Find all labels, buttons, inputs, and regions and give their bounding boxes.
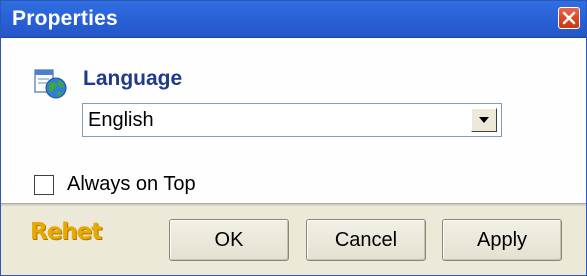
chevron-down-icon [479,117,489,123]
ok-button[interactable]: OK [169,219,289,261]
language-globe-icon [34,69,67,99]
window-title: Properties [12,7,118,30]
close-icon [562,11,576,25]
close-button[interactable] [558,7,580,29]
properties-dialog: Properties Language English Always on To… [0,0,587,276]
language-select-value: English [88,109,154,131]
language-dropdown-button[interactable] [471,108,497,132]
always-on-top-label: Always on Top [67,173,196,195]
language-label: Language [83,67,183,90]
properties-panel: Language English Always on Top [1,38,586,203]
app-logo: Rehet [30,219,102,245]
cancel-button[interactable]: Cancel [306,219,426,261]
apply-button[interactable]: Apply [442,219,562,261]
title-bar[interactable]: Properties [1,1,586,38]
dialog-footer: Rehet OK Cancel Apply [1,206,586,275]
always-on-top-checkbox[interactable] [34,175,54,195]
language-select[interactable]: English [82,103,502,137]
